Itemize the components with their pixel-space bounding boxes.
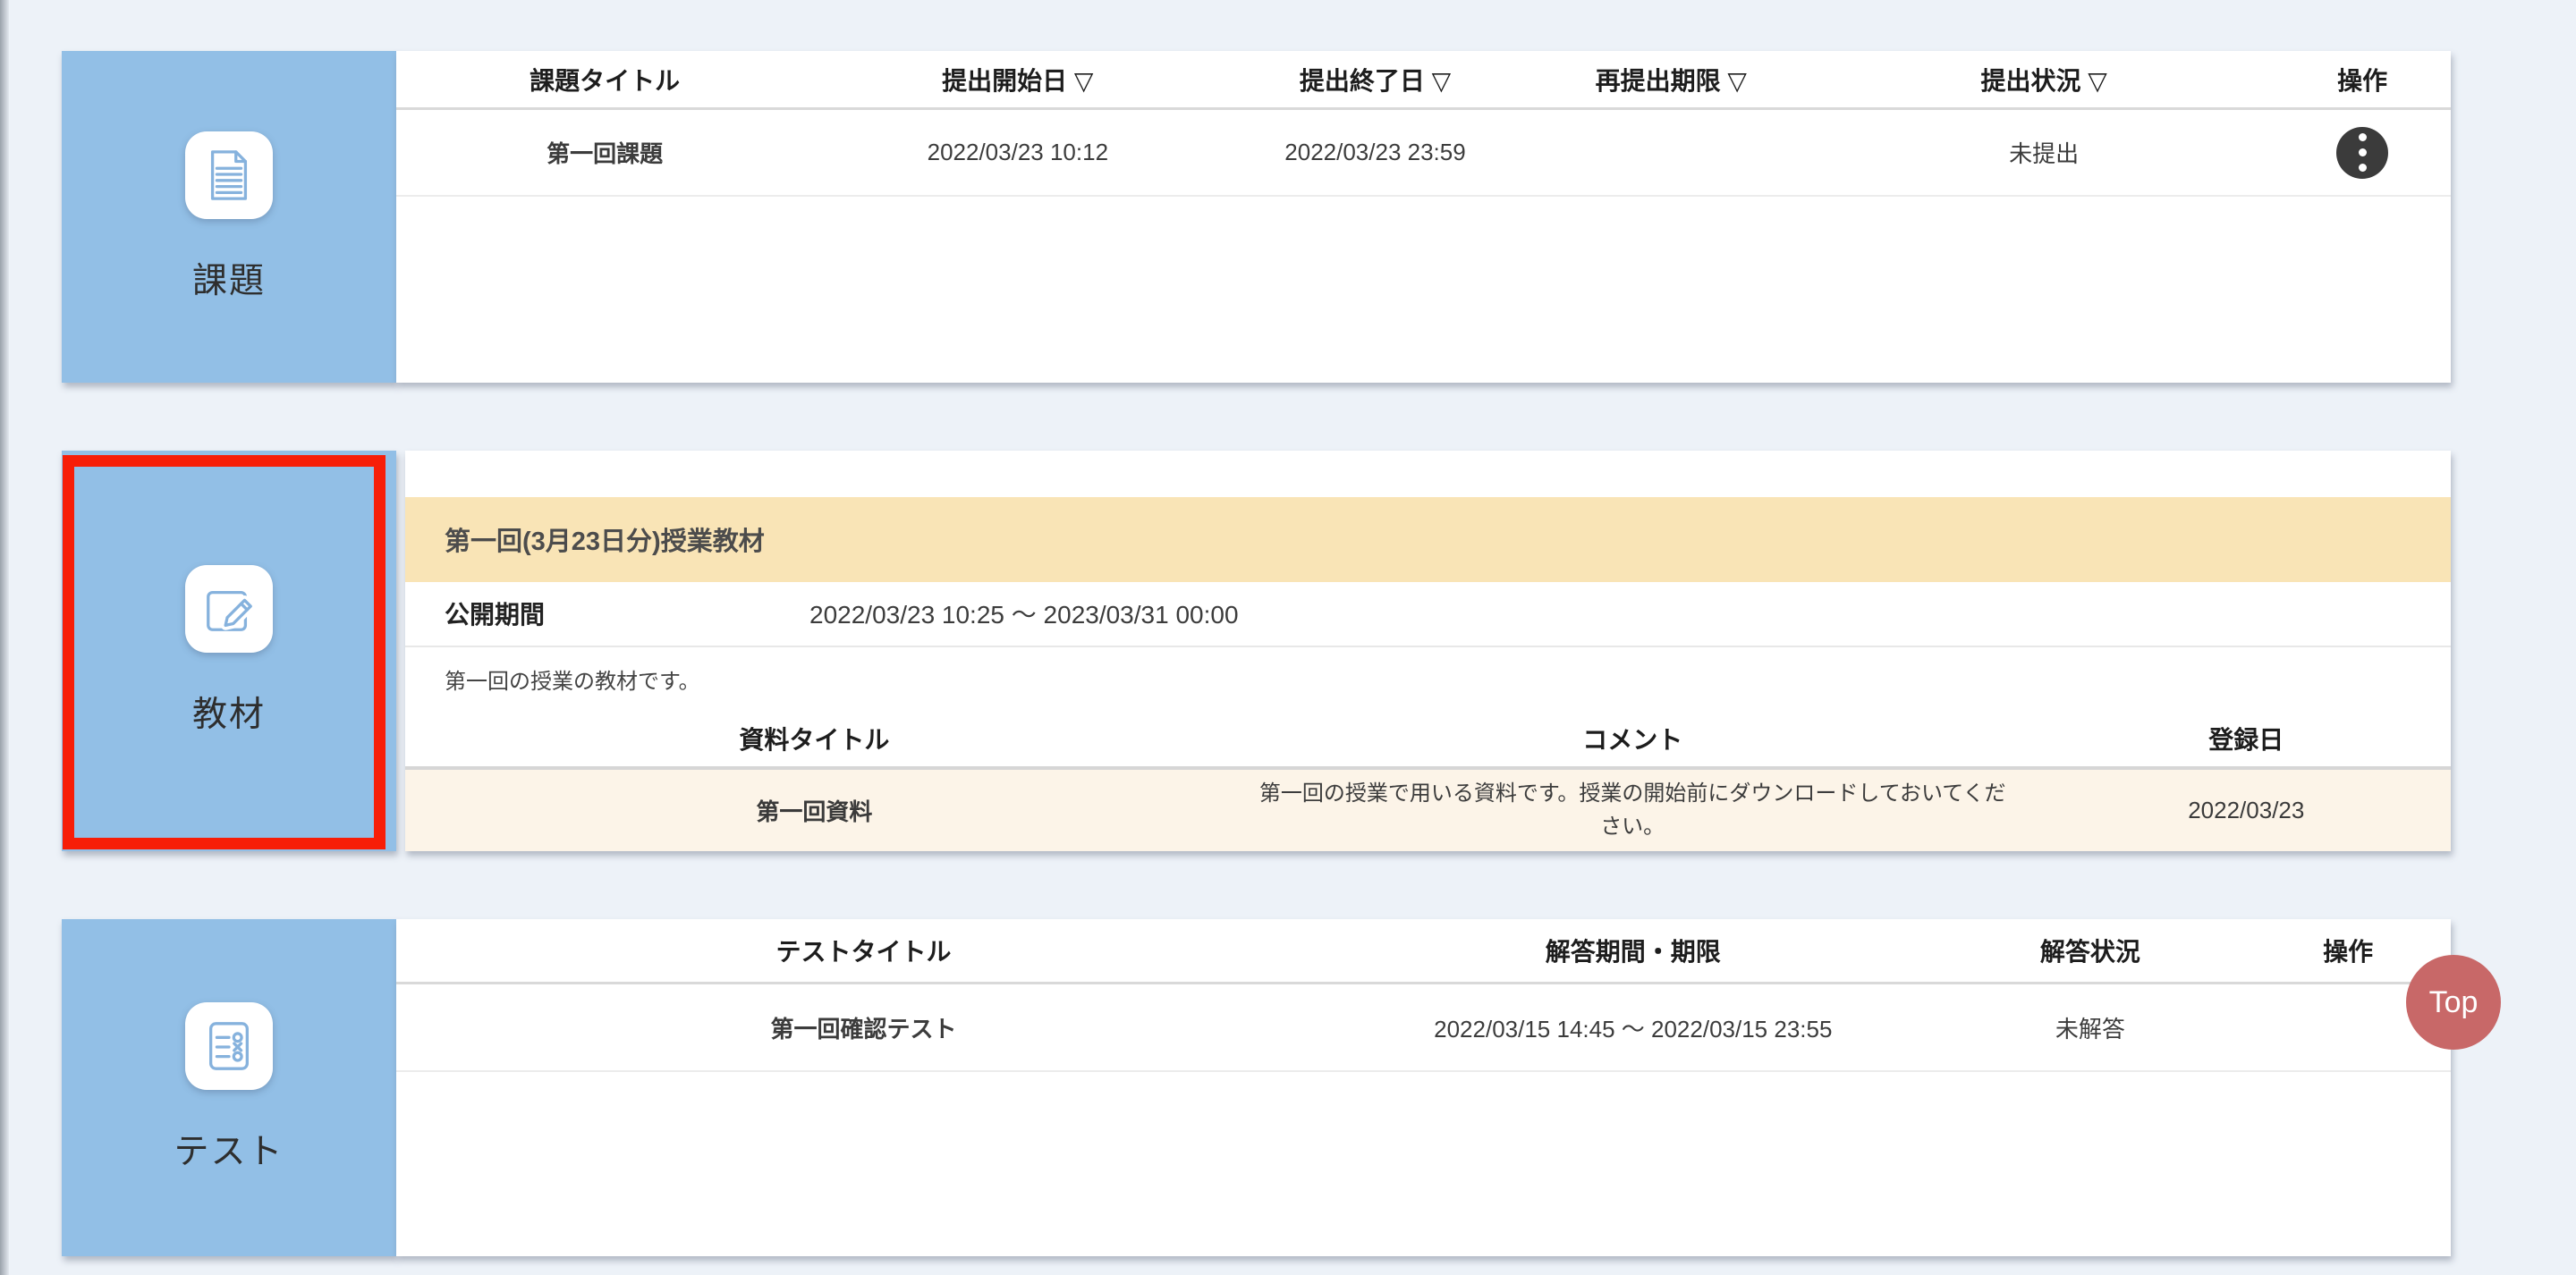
sidebar-tile-label: 課題: [192, 253, 266, 303]
row-actions-kebab-button[interactable]: [2336, 127, 2388, 179]
material-registered-date: 2022/03/23: [2042, 797, 2451, 824]
materials-section: 教材 第一回(3月23日分)授業教材 公開期間 2022/03/23 10:25…: [62, 451, 2451, 851]
materials-panel: 第一回(3月23日分)授業教材 公開期間 2022/03/23 10:25 ～ …: [405, 451, 2451, 851]
column-header-comment: コメント: [1224, 721, 2042, 756]
checklist-icon: [185, 1002, 273, 1090]
sidebar-tile-label: テスト: [174, 1124, 284, 1174]
materials-top-spacer: [405, 451, 2451, 497]
scroll-to-top-button[interactable]: Top: [2406, 955, 2501, 1050]
material-row: 第一回資料 第一回の授業で用いる資料です。授業の開始前にダウンロードしておいてく…: [405, 770, 2451, 851]
assignments-table-header: 課題タイトル 提出開始日 ▽ 提出終了日 ▽ 再提出期限 ▽ 提出状況 ▽ 操作: [396, 51, 2451, 110]
assignments-section: 課題 課題タイトル 提出開始日 ▽ 提出終了日 ▽ 再提出期限 ▽ 提出状況 ▽…: [62, 51, 2451, 383]
material-title: 第一回資料: [405, 794, 1224, 827]
materials-table-header: 資料タイトル コメント 登録日: [405, 711, 2451, 769]
column-header-submit-end-sort[interactable]: 提出終了日 ▽: [1222, 62, 1528, 97]
assignment-end: 2022/03/23 23:59: [1222, 139, 1528, 166]
assignment-status: 未提出: [1814, 136, 2275, 169]
column-header-actions: 操作: [2245, 933, 2451, 968]
assignment-start: 2022/03/23 10:12: [813, 139, 1222, 166]
column-header-material-title: 資料タイトル: [405, 721, 1224, 756]
column-header-answer-status: 解答状況: [1935, 933, 2245, 968]
page-edge-shade: [0, 0, 9, 1275]
test-row: 第一回確認テスト 2022/03/15 14:45 ～ 2022/03/15 2…: [396, 984, 2451, 1072]
column-header-actions: 操作: [2274, 62, 2451, 97]
sidebar-tile-label: 教材: [192, 687, 266, 737]
assignments-table: 課題タイトル 提出開始日 ▽ 提出終了日 ▽ 再提出期限 ▽ 提出状況 ▽ 操作…: [396, 51, 2451, 383]
document-icon: [185, 131, 273, 219]
sidebar-tile-materials[interactable]: 教材: [62, 451, 396, 851]
material-comment: 第一回の授業で用いる資料です。授業の開始前にダウンロードしておいてください。: [1224, 777, 2042, 843]
tests-section: テスト テストタイトル 解答期間・期限 解答状況 操作 第一回確認テスト 202…: [62, 919, 2451, 1256]
kebab-dot: [2359, 164, 2367, 172]
period-label: 公開期間: [405, 595, 809, 631]
sidebar-tile-assignments[interactable]: 課題: [62, 51, 396, 383]
column-header-submit-start-sort[interactable]: 提出開始日 ▽: [813, 62, 1222, 97]
column-header-resubmit-deadline-sort[interactable]: 再提出期限 ▽: [1529, 62, 1814, 97]
materials-group-title: 第一回(3月23日分)授業教材: [405, 497, 2451, 582]
assignment-title: 第一回課題: [396, 136, 813, 169]
column-header-answer-period: 解答期間・期限: [1331, 933, 1935, 968]
tests-table-header: テストタイトル 解答期間・期限 解答状況 操作: [396, 919, 2451, 984]
column-header-assignment-title: 課題タイトル: [396, 62, 813, 97]
kebab-dot: [2359, 133, 2367, 141]
test-status: 未解答: [1935, 1011, 2245, 1044]
materials-gap: [396, 451, 405, 851]
edit-icon: [185, 565, 273, 653]
column-header-test-title: テストタイトル: [396, 933, 1331, 968]
assignment-row: 第一回課題 2022/03/23 10:12 2022/03/23 23:59 …: [396, 110, 2451, 197]
test-title: 第一回確認テスト: [396, 1011, 1331, 1044]
column-header-submit-status-sort[interactable]: 提出状況 ▽: [1814, 62, 2275, 97]
sidebar-tile-tests[interactable]: テスト: [62, 919, 396, 1256]
materials-period-row: 公開期間 2022/03/23 10:25 ～ 2023/03/31 00:00: [405, 582, 2451, 647]
kebab-dot: [2359, 148, 2367, 156]
materials-description: 第一回の授業の教材です。: [405, 647, 2451, 711]
column-header-registered-date: 登録日: [2042, 721, 2451, 756]
test-period: 2022/03/15 14:45 ～ 2022/03/15 23:55: [1331, 1011, 1935, 1044]
period-value: 2022/03/23 10:25 ～ 2023/03/31 00:00: [809, 595, 1239, 631]
tests-table: テストタイトル 解答期間・期限 解答状況 操作 第一回確認テスト 2022/03…: [396, 919, 2451, 1256]
